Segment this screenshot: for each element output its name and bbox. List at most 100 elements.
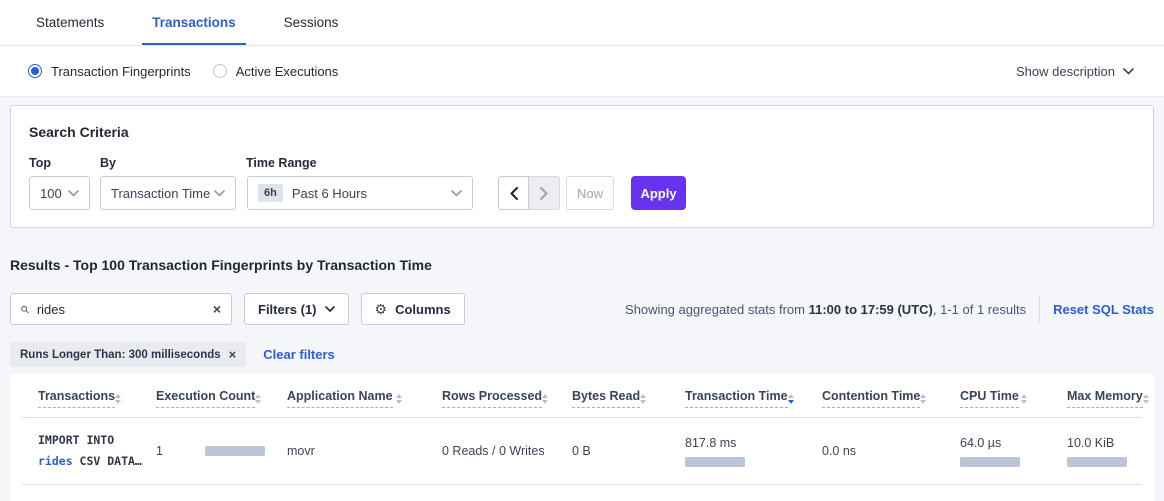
- column-header-label: Transaction Time: [685, 389, 788, 408]
- tab-transactions[interactable]: Transactions: [142, 2, 245, 45]
- chevron-right-icon: [540, 187, 548, 200]
- sort-icon[interactable]: [255, 394, 261, 404]
- transaction-time-bar: [685, 457, 745, 467]
- chevron-down-icon: [1123, 68, 1134, 75]
- column-header-label: Transactions: [38, 389, 115, 408]
- search-input[interactable]: [37, 302, 213, 317]
- column-header-label: CPU Time: [960, 389, 1019, 408]
- reset-sql-stats-link[interactable]: Reset SQL Stats: [1053, 302, 1154, 317]
- radio-label: Active Executions: [236, 64, 339, 79]
- view-toggle-group: Transaction Fingerprints Active Executio…: [28, 64, 338, 79]
- cpu-time-bar: [960, 457, 1020, 467]
- search-box[interactable]: ×: [10, 293, 232, 325]
- column-header-contention-time[interactable]: Contention Time: [806, 389, 944, 408]
- search-icon: [21, 303, 29, 316]
- transaction-time-cell: 817.8 ms: [669, 436, 806, 467]
- column-header-label: Rows Processed: [442, 389, 542, 408]
- aggregated-stats-text: Showing aggregated stats from 11:00 to 1…: [625, 302, 1026, 317]
- column-header-cpu-time[interactable]: CPU Time: [944, 389, 1051, 408]
- max-memory-bar: [1067, 457, 1127, 467]
- tab-statements[interactable]: Statements: [26, 2, 114, 45]
- radio-icon: [213, 64, 227, 78]
- clear-search-icon[interactable]: ×: [213, 302, 221, 316]
- sort-icon[interactable]: [542, 394, 548, 404]
- column-header-label: Contention Time: [822, 389, 920, 408]
- column-header-transaction-time[interactable]: Transaction Time: [669, 389, 806, 408]
- now-button[interactable]: Now: [566, 176, 614, 210]
- column-header-execution-count[interactable]: Execution Count: [140, 389, 271, 408]
- column-header-max-memory[interactable]: Max Memory: [1051, 389, 1155, 408]
- filters-button-label: Filters (1): [258, 302, 317, 317]
- sort-icon[interactable]: [1143, 394, 1149, 404]
- column-header-rows-processed[interactable]: Rows Processed: [426, 389, 556, 408]
- results-heading: Results - Top 100 Transaction Fingerprin…: [10, 257, 1154, 273]
- filter-chip-runs-longer-than[interactable]: Runs Longer Than: 300 milliseconds ×: [10, 342, 246, 367]
- max-memory-cell: 10.0 KiB: [1051, 436, 1142, 467]
- application-name-cell: movr: [271, 444, 426, 458]
- by-label: By: [100, 156, 236, 170]
- stats-prefix: Showing aggregated stats from: [625, 302, 809, 317]
- time-window-nav: [498, 176, 560, 210]
- gear-icon: ⚙: [375, 301, 388, 318]
- sort-icon[interactable]: [1021, 394, 1027, 404]
- by-field: By Transaction Time: [100, 156, 236, 210]
- chevron-down-icon: [214, 190, 225, 197]
- table-header-row: Transactions Execution Count Application…: [22, 374, 1142, 418]
- results-toolbar-right: Showing aggregated stats from 11:00 to 1…: [625, 295, 1154, 323]
- column-header-application-name[interactable]: Application Name: [271, 389, 426, 408]
- tab-sessions[interactable]: Sessions: [274, 2, 349, 45]
- transaction-fingerprint-cell[interactable]: IMPORT INTO rides CSV DATA…: [22, 430, 140, 473]
- column-header-label: Max Memory: [1067, 389, 1143, 408]
- search-criteria-title: Search Criteria: [29, 124, 1135, 140]
- by-select[interactable]: Transaction Time: [100, 176, 236, 210]
- time-range-label: Time Range: [246, 156, 473, 170]
- active-filters-row: Runs Longer Than: 300 milliseconds × Cle…: [10, 342, 1154, 367]
- execution-count-bar: [205, 446, 265, 456]
- columns-button-label: Columns: [395, 302, 451, 317]
- statement-line-2: rides CSV DATA…: [38, 451, 140, 472]
- chevron-left-icon: [510, 187, 518, 200]
- search-criteria-panel: Search Criteria Top 100 By Transaction T…: [10, 105, 1154, 228]
- max-memory-value: 10.0 KiB: [1067, 436, 1142, 450]
- columns-button[interactable]: ⚙ Columns: [361, 293, 465, 325]
- sort-icon[interactable]: [920, 394, 926, 404]
- next-time-window-button[interactable]: [529, 176, 560, 210]
- results-toolbar: × Filters (1) ⚙ Columns Showing aggregat…: [10, 293, 1154, 325]
- show-description-label: Show description: [1016, 64, 1115, 79]
- column-header-transactions[interactable]: Transactions: [22, 389, 140, 408]
- chevron-down-icon: [451, 190, 462, 197]
- top-field: Top 100: [29, 156, 90, 210]
- contention-time-cell: 0.0 ns: [806, 444, 944, 458]
- page-tabs-bar: Statements Transactions Sessions: [0, 0, 1164, 46]
- filters-button[interactable]: Filters (1): [244, 293, 349, 325]
- radio-icon: [28, 64, 42, 78]
- radio-active-executions[interactable]: Active Executions: [213, 64, 339, 79]
- chevron-down-icon: [68, 190, 79, 197]
- statement-line-1: IMPORT INTO: [38, 430, 140, 451]
- sort-icon[interactable]: [640, 394, 646, 404]
- chevron-down-icon: [325, 306, 335, 312]
- cpu-time-value: 64.0 µs: [960, 436, 1051, 450]
- show-description-toggle[interactable]: Show description: [1016, 64, 1134, 79]
- top-select-value: 100: [40, 186, 68, 201]
- time-range-field: Time Range 6h Past 6 Hours: [246, 156, 473, 210]
- remove-filter-icon[interactable]: ×: [229, 348, 237, 361]
- results-toolbar-left: × Filters (1) ⚙ Columns: [10, 293, 465, 325]
- sort-icon[interactable]: [396, 394, 402, 404]
- previous-time-window-button[interactable]: [498, 176, 529, 210]
- statement-rest: CSV DATA…: [73, 454, 142, 468]
- clear-filters-link[interactable]: Clear filters: [263, 347, 335, 362]
- sort-icon[interactable]: [788, 394, 794, 404]
- search-criteria-controls: Top 100 By Transaction Time Time Range 6…: [29, 156, 1135, 210]
- column-header-bytes-read[interactable]: Bytes Read: [556, 389, 669, 408]
- statement-highlight: rides: [38, 454, 73, 468]
- stats-suffix: , 1-1 of 1 results: [933, 302, 1026, 317]
- radio-transaction-fingerprints[interactable]: Transaction Fingerprints: [28, 64, 191, 79]
- apply-button[interactable]: Apply: [631, 176, 686, 210]
- column-header-label: Execution Count: [156, 389, 255, 408]
- time-range-select[interactable]: 6h Past 6 Hours: [247, 176, 473, 210]
- top-select[interactable]: 100: [29, 176, 90, 210]
- radio-label: Transaction Fingerprints: [51, 64, 191, 79]
- table-row[interactable]: IMPORT INTO rides CSV DATA… 1 movr 0 Rea…: [22, 418, 1142, 485]
- sort-icon[interactable]: [115, 394, 121, 404]
